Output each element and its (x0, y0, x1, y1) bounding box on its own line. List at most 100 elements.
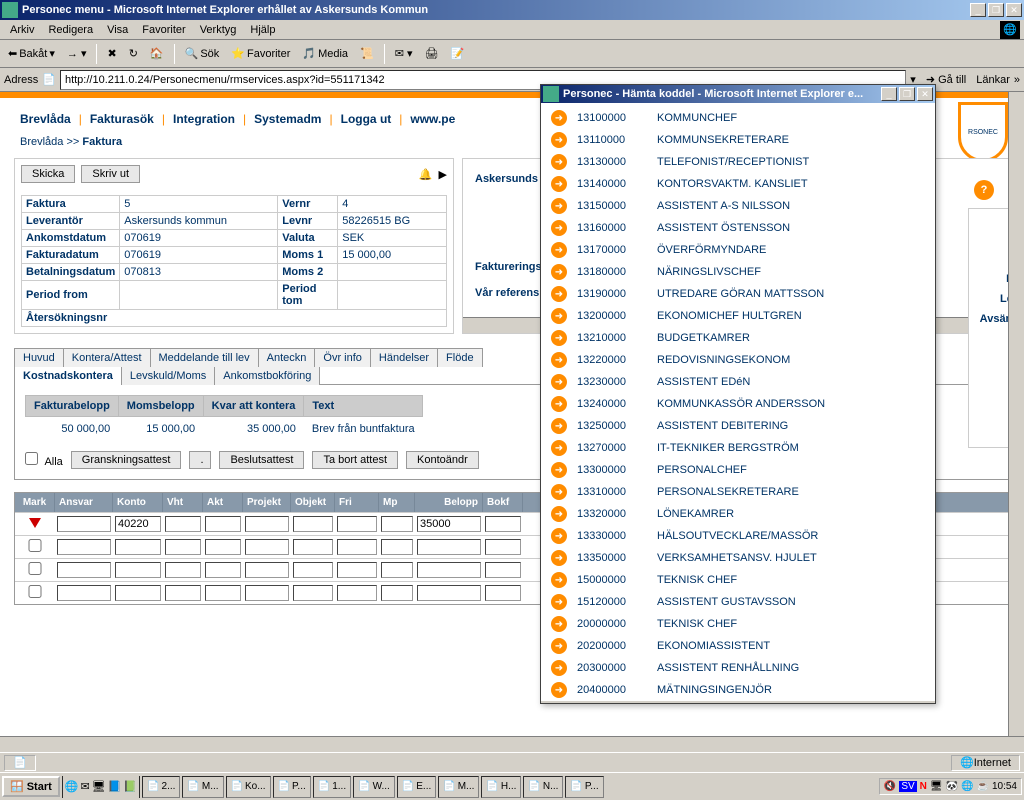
row-checkbox[interactable] (17, 585, 53, 598)
tab-kostnadskontera[interactable]: Kostnadskontera (14, 367, 122, 385)
refresh-button[interactable]: ↻ (125, 45, 142, 62)
nav-systemadm[interactable]: Systemadm (254, 112, 321, 126)
koddel-item[interactable]: ➜13310000PERSONALSEKRETERARE (541, 481, 935, 503)
koddel-item[interactable]: ➜13240000KOMMUNKASSÖR ANDERSSON (541, 393, 935, 415)
belopp-input[interactable] (417, 516, 481, 532)
quicklaunch-ie-icon[interactable]: 🌐 (65, 780, 79, 793)
gransk-button[interactable]: Granskningsattest (71, 451, 182, 469)
start-button[interactable]: 🪟 Start (2, 776, 60, 797)
tab-huvud[interactable]: Huvud (14, 348, 64, 367)
konto-button[interactable]: Kontoändr (406, 451, 479, 469)
koddel-item[interactable]: ➜13180000NÄRINGSLIVSCHEF (541, 261, 935, 283)
quicklaunch-outlook-icon[interactable]: ✉ (80, 780, 89, 793)
koddel-item[interactable]: ➜15120000ASSISTENT GUSTAVSSON (541, 591, 935, 613)
menu-arkiv[interactable]: Arkiv (4, 22, 40, 38)
akt-input[interactable] (205, 516, 241, 532)
koddel-item[interactable]: ➜13210000BUDGETKAMRER (541, 327, 935, 349)
koddel-item[interactable]: ➜13230000ASSISTENT EDéN (541, 371, 935, 393)
koddel-item[interactable]: ➜13320000LÖNEKAMRER (541, 503, 935, 525)
favorites-button[interactable]: ⭐ Favoriter (227, 45, 294, 62)
tray-icon[interactable]: ☕ (977, 781, 989, 792)
koddel-item[interactable]: ➜13200000EKONOMICHEF HULTGREN (541, 305, 935, 327)
koddel-item[interactable]: ➜13110000KOMMUNSEKRETERARE (541, 129, 935, 151)
vht-input[interactable] (165, 516, 201, 532)
media-button[interactable]: 🎵 Media (298, 45, 352, 62)
tab-flode[interactable]: Flöde (437, 348, 483, 367)
koddel-item[interactable]: ➜13100000KOMMUNCHEF (541, 107, 935, 129)
nav-loggaut[interactable]: Logga ut (341, 112, 392, 126)
koddel-item[interactable]: ➜13220000REDOVISNINGSEKONOM (541, 349, 935, 371)
menu-hjalp[interactable]: Hjälp (244, 22, 281, 38)
row-checkbox[interactable] (17, 562, 53, 575)
tray-nav-icon[interactable]: N (920, 781, 927, 792)
koddel-item[interactable]: ➜20200000EKONOMIASSISTENT (541, 635, 935, 657)
tab-meddelande[interactable]: Meddelande till lev (150, 348, 259, 367)
tray-lang[interactable]: SV (899, 781, 916, 792)
task-button[interactable]: 📄P... (273, 776, 311, 798)
skrivut-button[interactable]: Skriv ut (81, 165, 140, 183)
task-button[interactable]: 📄P... (565, 776, 603, 798)
skicka-button[interactable]: Skicka (21, 165, 75, 183)
koddel-list[interactable]: ➜13100000KOMMUNCHEF➜13110000KOMMUNSEKRET… (541, 103, 935, 701)
koddel-item[interactable]: ➜20300000ASSISTENT RENHÅLLNING (541, 657, 935, 679)
content-hscroll[interactable] (0, 736, 1024, 752)
tab-anteckn[interactable]: Anteckn (258, 348, 316, 367)
history-button[interactable]: 📜 (356, 45, 378, 62)
popup-restore-button[interactable]: ❐ (899, 87, 915, 101)
menu-visa[interactable]: Visa (101, 22, 134, 38)
task-button[interactable]: 📄1... (313, 776, 351, 798)
koddel-item[interactable]: ➜13160000ASSISTENT ÖSTENSSON (541, 217, 935, 239)
tray-icon[interactable]: 🔇 (884, 781, 896, 792)
tray-icon[interactable]: 🐼 (946, 781, 958, 792)
nav-brevlada[interactable]: Brevlåda (20, 112, 71, 126)
flag-icon[interactable]: ▶ (439, 168, 447, 181)
task-button[interactable]: 📄2... (142, 776, 180, 798)
koddel-item[interactable]: ➜20000000TEKNISK CHEF (541, 613, 935, 635)
links-chevron[interactable]: » (1014, 74, 1020, 86)
koddel-item[interactable]: ➜13350000VERKSAMHETSANSV. HJULET (541, 547, 935, 569)
tab-ankomst[interactable]: Ankomstbokföring (214, 367, 320, 385)
mark-triangle-icon[interactable] (29, 518, 41, 528)
objekt-input[interactable] (293, 516, 333, 532)
row-checkbox[interactable] (17, 539, 53, 552)
help-icon[interactable]: ? (974, 180, 994, 200)
konto-input[interactable] (115, 516, 161, 532)
quicklaunch-excel-icon[interactable]: 📗 (123, 780, 137, 793)
koddel-item[interactable]: ➜13300000PERSONALCHEF (541, 459, 935, 481)
tray-icon[interactable]: 🌐 (961, 781, 973, 792)
minimize-button[interactable]: _ (970, 3, 986, 17)
koddel-item[interactable]: ➜13270000IT-TEKNIKER BERGSTRÖM (541, 437, 935, 459)
print-button[interactable]: 🖨 (421, 45, 443, 62)
koddel-item[interactable]: ➜20400000MÄTNINGSINGENJÖR (541, 679, 935, 701)
koddel-item[interactable]: ➜13150000ASSISTENT A-S NILSSON (541, 195, 935, 217)
menu-favoriter[interactable]: Favoriter (136, 22, 191, 38)
menu-redigera[interactable]: Redigera (42, 22, 99, 38)
content-vscroll[interactable] (1008, 92, 1024, 736)
koddel-item[interactable]: ➜13250000ASSISTENT DEBITERING (541, 415, 935, 437)
koddel-item[interactable]: ➜13140000KONTORSVAKTM. KANSLIET (541, 173, 935, 195)
breadcrumb-root[interactable]: Brevlåda (20, 136, 63, 148)
task-button[interactable]: 📄W... (353, 776, 395, 798)
tabort-button[interactable]: Ta bort attest (312, 451, 398, 469)
task-button[interactable]: 📄Ko... (226, 776, 271, 798)
popup-minimize-button[interactable]: _ (881, 87, 897, 101)
mail-button[interactable]: ✉ ▾ (391, 45, 417, 62)
popup-close-button[interactable]: ✕ (917, 87, 933, 101)
bell-icon[interactable]: 🔔 (419, 168, 433, 181)
koddel-item[interactable]: ➜15000000TEKNISK CHEF (541, 569, 935, 591)
home-button[interactable]: 🏠 (146, 45, 168, 62)
ansvar-input[interactable] (57, 516, 111, 532)
beslut-button[interactable]: Beslutsattest (219, 451, 304, 469)
tab-levskuld[interactable]: Levskuld/Moms (121, 367, 215, 385)
task-button[interactable]: 📄M... (438, 776, 479, 798)
menu-verktyg[interactable]: Verktyg (194, 22, 243, 38)
search-button[interactable]: 🔍 Sök (181, 45, 224, 62)
nav-www[interactable]: www.pe (410, 112, 455, 126)
alla-checkbox[interactable]: Alla (25, 452, 63, 468)
mp-input[interactable] (381, 516, 413, 532)
quicklaunch-desktop-icon[interactable]: 🖥 (92, 780, 106, 793)
koddel-item[interactable]: ➜13170000ÖVERFÖRMYNDARE (541, 239, 935, 261)
tab-handelser[interactable]: Händelser (370, 348, 438, 367)
projekt-input[interactable] (245, 516, 289, 532)
koddel-item[interactable]: ➜13330000HÄLSOUTVECKLARE/MASSÖR (541, 525, 935, 547)
